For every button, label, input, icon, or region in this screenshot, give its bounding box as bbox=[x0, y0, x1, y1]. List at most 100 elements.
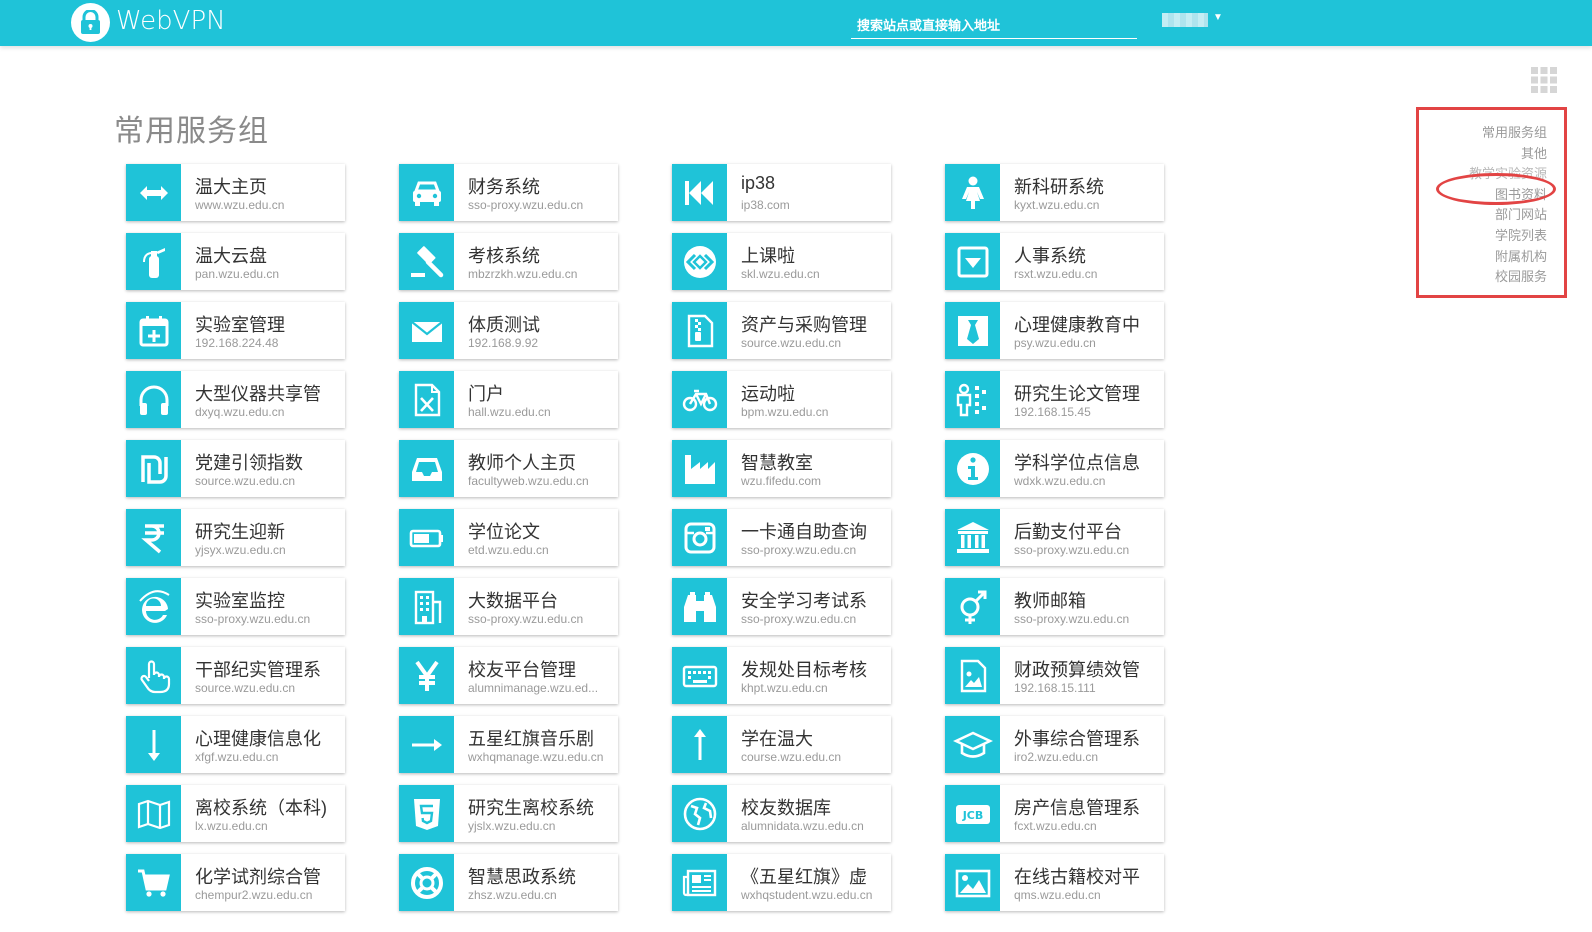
service-card[interactable]: 学在温大 course.wzu.edu.cn bbox=[672, 716, 891, 773]
graduation-cap-icon bbox=[945, 716, 1000, 773]
service-card[interactable]: 五星红旗音乐剧 wxhqmanage.wzu.edu.cn bbox=[399, 716, 618, 773]
service-name: 学位论文 bbox=[468, 522, 540, 542]
arrows-h-icon bbox=[126, 164, 181, 221]
service-card[interactable]: 大型仪器共享管 dxyq.wzu.edu.cn bbox=[126, 371, 345, 428]
transgender-icon bbox=[945, 578, 1000, 635]
service-url: www.wzu.edu.cn bbox=[195, 198, 285, 212]
service-card[interactable]: 学位论文 etd.wzu.edu.cn bbox=[399, 509, 618, 566]
service-card[interactable]: 《五星红旗》虚 wxhqstudent.wzu.edu.cn bbox=[672, 854, 891, 911]
service-name: 离校系统（本科) bbox=[195, 798, 327, 818]
service-card[interactable]: 新科研系统 kyxt.wzu.edu.cn bbox=[945, 164, 1164, 221]
service-url: wdxk.wzu.edu.cn bbox=[1014, 474, 1106, 488]
service-card[interactable]: 人事系统 rsxt.wzu.edu.cn bbox=[945, 233, 1164, 290]
service-card[interactable]: 大数据平台 sso-proxy.wzu.edu.cn bbox=[399, 578, 618, 635]
service-card[interactable]: 体质测试 192.168.9.92 bbox=[399, 302, 618, 359]
service-card[interactable]: 资产与采购管理 source.wzu.edu.cn bbox=[672, 302, 891, 359]
university-icon bbox=[945, 509, 1000, 566]
service-card[interactable]: 心理健康教育中 psy.wzu.edu.cn bbox=[945, 302, 1164, 359]
service-card[interactable]: 门户 hall.wzu.edu.cn bbox=[399, 371, 618, 428]
side-nav-item[interactable]: 附属机构 bbox=[1469, 247, 1547, 268]
service-name: 安全学习考试系 bbox=[741, 591, 867, 611]
side-nav-item[interactable]: 校园服务 bbox=[1469, 267, 1547, 288]
service-name: 考核系统 bbox=[468, 246, 540, 266]
service-url: sso-proxy.wzu.edu.cn bbox=[741, 612, 857, 626]
service-url: source.wzu.edu.cn bbox=[741, 336, 842, 350]
service-card[interactable]: 财政预算绩效管 192.168.15.111 bbox=[945, 647, 1164, 704]
service-card[interactable]: 校友数据库 alumnidata.wzu.edu.cn bbox=[672, 785, 891, 842]
service-card[interactable]: ip38 ip38.com bbox=[672, 164, 891, 221]
service-name: 心理健康教育中 bbox=[1014, 315, 1140, 335]
shekel-icon bbox=[126, 440, 181, 497]
life-ring-icon bbox=[399, 854, 454, 911]
service-url: sso-proxy.wzu.edu.cn bbox=[741, 543, 857, 557]
service-card[interactable]: 智慧思政系统 zhsz.wzu.edu.cn bbox=[399, 854, 618, 911]
service-name: 房产信息管理系 bbox=[1014, 798, 1140, 818]
service-url: source.wzu.edu.cn bbox=[195, 474, 296, 488]
service-card[interactable]: 离校系统（本科) lx.wzu.edu.cn bbox=[126, 785, 345, 842]
service-url: sso-proxy.wzu.edu.cn bbox=[468, 612, 584, 626]
service-card[interactable]: 运动啦 bpm.wzu.edu.cn bbox=[672, 371, 891, 428]
newspaper-icon bbox=[672, 854, 727, 911]
service-card[interactable]: 党建引领指数 source.wzu.edu.cn bbox=[126, 440, 345, 497]
side-nav-item[interactable]: 其他 bbox=[1469, 144, 1547, 165]
side-nav-item[interactable]: 部门网站 bbox=[1469, 205, 1547, 226]
file-archive-icon bbox=[672, 302, 727, 359]
service-url: 192.168.9.92 bbox=[468, 336, 539, 350]
lock-icon[interactable] bbox=[71, 3, 110, 42]
brand-logo-text[interactable]: WebVPN bbox=[116, 6, 226, 36]
service-url: zhsz.wzu.edu.cn bbox=[468, 888, 557, 902]
service-card[interactable]: 在线古籍校对平 qms.wzu.edu.cn bbox=[945, 854, 1164, 911]
search-input[interactable]: 搜索站点或直接输入地址 bbox=[851, 12, 1137, 39]
fire-extinguisher-icon bbox=[126, 233, 181, 290]
page-title: 常用服务组 bbox=[114, 115, 269, 148]
service-card[interactable]: 实验室管理 192.168.224.48 bbox=[126, 302, 345, 359]
code-circle-icon bbox=[672, 233, 727, 290]
annotation-circle bbox=[1436, 173, 1556, 205]
service-url: source.wzu.edu.cn bbox=[195, 681, 296, 695]
service-card[interactable]: 外事综合管理系 iro2.wzu.edu.cn bbox=[945, 716, 1164, 773]
yen-icon bbox=[399, 647, 454, 704]
service-card[interactable]: 干部纪实管理系 source.wzu.edu.cn bbox=[126, 647, 345, 704]
service-card[interactable]: 心理健康信息化 xfgf.wzu.edu.cn bbox=[126, 716, 345, 773]
long-arrow-right-icon bbox=[399, 716, 454, 773]
service-card[interactable]: 研究生离校系统 yjslx.wzu.edu.cn bbox=[399, 785, 618, 842]
service-card[interactable]: 后勤支付平台 sso-proxy.wzu.edu.cn bbox=[945, 509, 1164, 566]
service-card[interactable]: 智慧教室 wzu.fifedu.com bbox=[672, 440, 891, 497]
service-url: hall.wzu.edu.cn bbox=[468, 405, 551, 419]
service-card[interactable]: 研究生论文管理 192.168.15.45 bbox=[945, 371, 1164, 428]
service-card[interactable]: 一卡通自助查询 sso-proxy.wzu.edu.cn bbox=[672, 509, 891, 566]
envelope-icon bbox=[399, 302, 454, 359]
side-nav-item[interactable]: 学院列表 bbox=[1469, 226, 1547, 247]
service-card[interactable]: 温大主页 www.wzu.edu.cn bbox=[126, 164, 345, 221]
long-arrow-down-icon bbox=[126, 716, 181, 773]
service-url: pan.wzu.edu.cn bbox=[195, 267, 280, 281]
service-card[interactable]: 研究生迎新 yjsyx.wzu.edu.cn bbox=[126, 509, 345, 566]
service-card[interactable]: JCB 房产信息管理系 fcxt.wzu.edu.cn bbox=[945, 785, 1164, 842]
apps-grid-icon[interactable] bbox=[1531, 67, 1557, 93]
user-name-blurred[interactable] bbox=[1162, 13, 1208, 27]
service-card[interactable]: 学科学位点信息 wdxk.wzu.edu.cn bbox=[945, 440, 1164, 497]
service-url: skl.wzu.edu.cn bbox=[741, 267, 820, 281]
service-card[interactable]: 校友平台管理 alumnimanage.wzu.ed... bbox=[399, 647, 618, 704]
service-card[interactable]: 财务系统 sso-proxy.wzu.edu.cn bbox=[399, 164, 618, 221]
service-card[interactable]: 发规处目标考核 khpt.wzu.edu.cn bbox=[672, 647, 891, 704]
cc-jcb-icon: JCB bbox=[945, 785, 1000, 842]
service-card[interactable]: 温大云盘 pan.wzu.edu.cn bbox=[126, 233, 345, 290]
service-card[interactable]: 化学试剂综合管 chempur2.wzu.edu.cn bbox=[126, 854, 345, 911]
service-card[interactable]: 上课啦 skl.wzu.edu.cn bbox=[672, 233, 891, 290]
service-card[interactable]: 教师个人主页 facultyweb.wzu.edu.cn bbox=[399, 440, 618, 497]
service-card[interactable]: 实验室监控 sso-proxy.wzu.edu.cn bbox=[126, 578, 345, 635]
side-nav-item[interactable]: 常用服务组 bbox=[1469, 123, 1547, 144]
service-url: yjsyx.wzu.edu.cn bbox=[195, 543, 286, 557]
service-card[interactable]: 安全学习考试系 sso-proxy.wzu.edu.cn bbox=[672, 578, 891, 635]
service-url: yjslx.wzu.edu.cn bbox=[468, 819, 556, 833]
service-url: wxhqstudent.wzu.edu.cn bbox=[741, 888, 873, 902]
service-name: 研究生离校系统 bbox=[468, 798, 594, 818]
service-url: facultyweb.wzu.edu.cn bbox=[468, 474, 589, 488]
service-name: 发规处目标考核 bbox=[741, 660, 867, 680]
industry-icon bbox=[672, 440, 727, 497]
chevron-down-icon[interactable]: ▼ bbox=[1213, 12, 1223, 23]
service-card[interactable]: 教师邮箱 sso-proxy.wzu.edu.cn bbox=[945, 578, 1164, 635]
odnoklassniki-icon bbox=[945, 371, 1000, 428]
service-card[interactable]: 考核系统 mbzrzkh.wzu.edu.cn bbox=[399, 233, 618, 290]
